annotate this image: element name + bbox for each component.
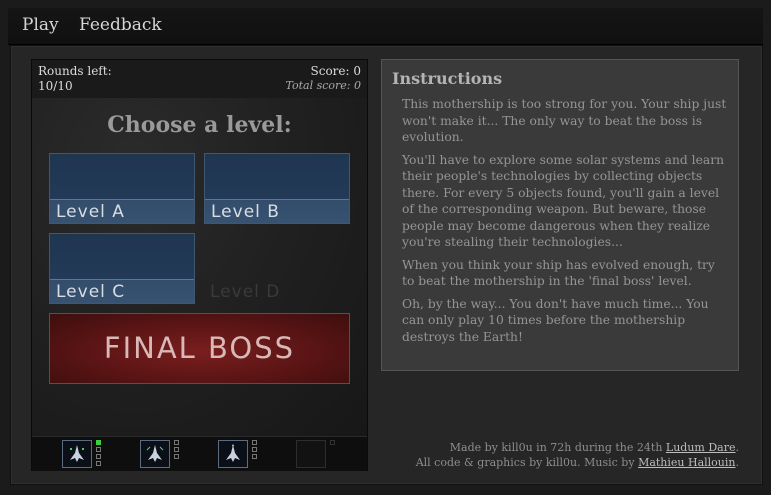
level-pip	[174, 454, 179, 459]
level-a-button[interactable]: Level A	[49, 153, 195, 224]
level-pip	[96, 447, 101, 452]
total-score: Total score: 0	[285, 79, 362, 92]
level-pip	[96, 440, 101, 445]
level-pip	[252, 447, 257, 452]
credits-text: .	[735, 456, 740, 469]
choose-level-title: Choose a level:	[107, 112, 292, 138]
ship-icon	[146, 445, 164, 462]
level-pip	[174, 447, 179, 452]
level-pip	[96, 454, 101, 459]
final-boss-button[interactable]: FINAL BOSS	[49, 313, 350, 384]
level-b-button[interactable]: Level B	[204, 153, 350, 224]
music-author-link[interactable]: Mathieu Hallouin	[638, 456, 735, 469]
score: Score: 0	[310, 64, 362, 78]
level-pip	[174, 440, 179, 445]
credits-text: All code & graphics by kill0u. Music by	[415, 456, 639, 469]
rounds-left-label: Rounds left:	[38, 64, 112, 78]
level-pip	[96, 461, 101, 466]
level-pip	[252, 440, 257, 445]
instructions-body: This mothership is too strong for you. Y…	[402, 96, 727, 351]
weapon-3-levels	[252, 440, 258, 461]
nav-play[interactable]: Play	[22, 15, 59, 35]
top-nav-bar: Play Feedback	[8, 8, 763, 45]
credits-text: Made by kill0u in 72h during the 24th	[449, 441, 666, 454]
level-b-label: Level B	[205, 199, 349, 223]
instructions-paragraph: This mothership is too strong for you. Y…	[402, 97, 727, 144]
weapon-slot-2	[140, 440, 170, 468]
level-d-label: Level D	[210, 282, 281, 302]
level-select-area: Choose a level: Level A Level B Level C …	[32, 98, 367, 436]
game-header: Rounds left: 10/10 Score: 0 Total score:…	[32, 60, 367, 99]
instructions-paragraph: Oh, by the way... You don't have much ti…	[402, 296, 709, 344]
game-panel: Rounds left: 10/10 Score: 0 Total score:…	[31, 59, 368, 471]
instructions-paragraph: When you think your ship has evolved eno…	[402, 257, 715, 289]
weapon-slot-4	[296, 440, 326, 468]
level-pip	[330, 440, 335, 445]
weapon-slot-3	[218, 440, 248, 468]
final-boss-label: FINAL BOSS	[103, 331, 296, 365]
ludum-dare-link[interactable]: Ludum Dare	[666, 441, 736, 454]
level-d-button: Level D	[204, 233, 350, 304]
level-c-button[interactable]: Level C	[49, 233, 195, 304]
weapon-1-levels	[96, 440, 102, 468]
credits: Made by kill0u in 72h during the 24th Lu…	[416, 440, 739, 470]
credits-line-2: All code & graphics by kill0u. Music by …	[416, 455, 739, 470]
instructions-panel: Instructions This mothership is too stro…	[381, 59, 739, 371]
ship-icon	[70, 445, 84, 462]
level-a-label: Level A	[50, 199, 194, 223]
instructions-title: Instructions	[392, 69, 503, 88]
weapon-2-levels	[174, 440, 180, 461]
credits-text: .	[735, 441, 740, 454]
credits-line-1: Made by kill0u in 72h during the 24th Lu…	[416, 440, 739, 455]
level-pip	[252, 454, 257, 459]
level-c-label: Level C	[50, 279, 194, 303]
weapon-slot-1	[62, 440, 92, 468]
nav-feedback[interactable]: Feedback	[79, 15, 162, 35]
weapon-status-bar	[32, 436, 367, 471]
rounds-left-value: 10/10	[38, 79, 73, 93]
instructions-paragraph: You'll have to explore some solar system…	[402, 152, 725, 250]
ship-icon	[226, 444, 240, 462]
weapon-4-levels	[330, 440, 336, 447]
